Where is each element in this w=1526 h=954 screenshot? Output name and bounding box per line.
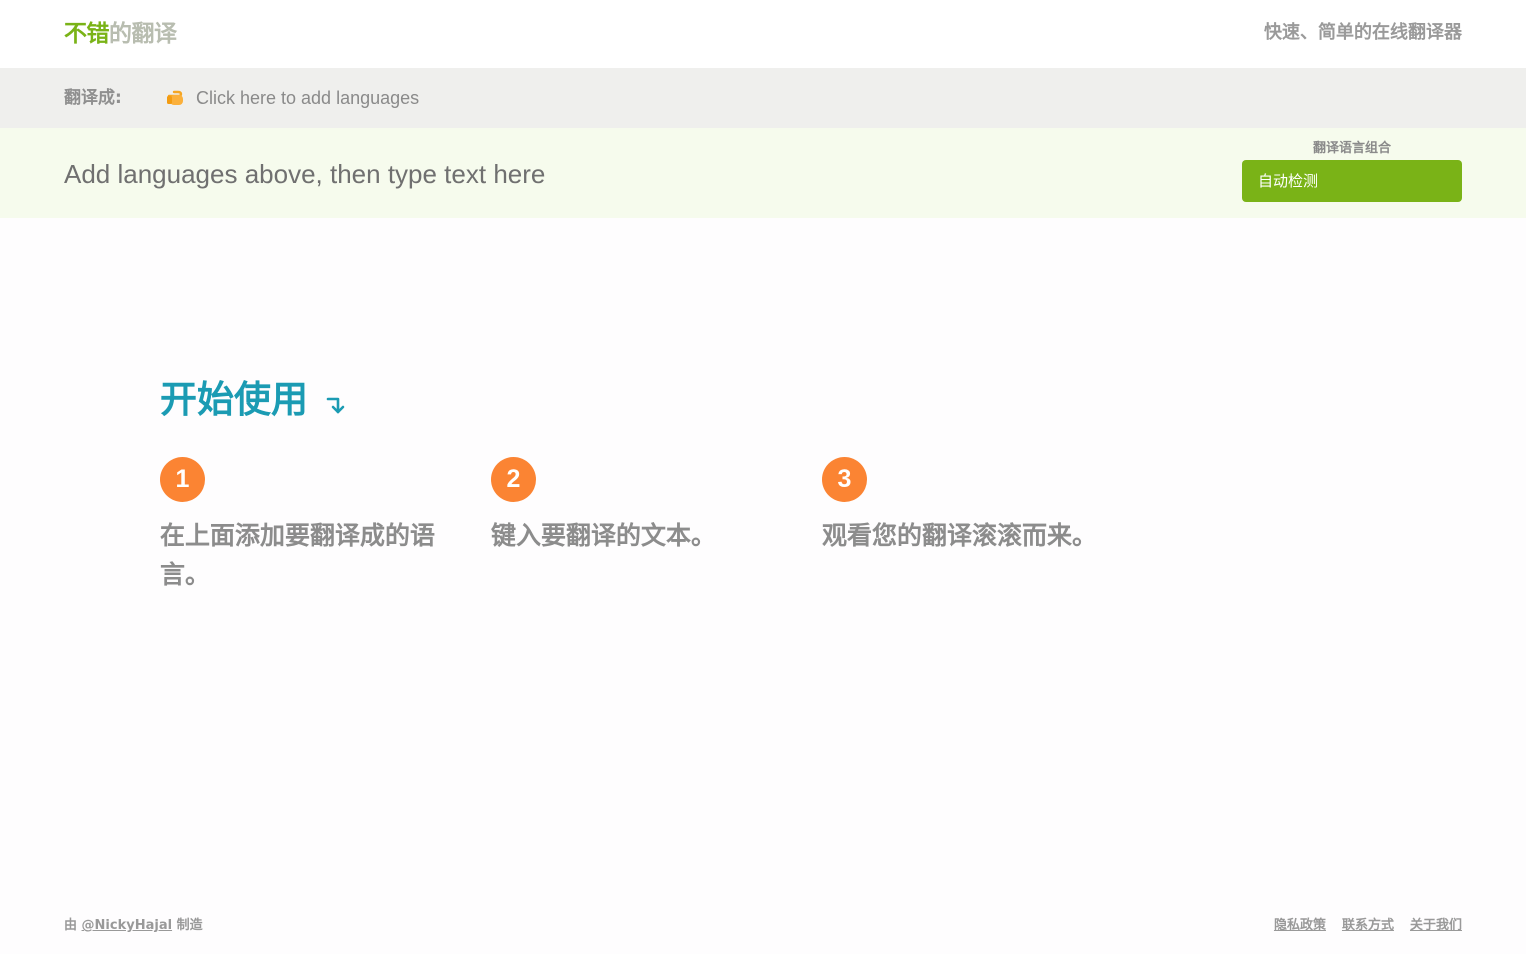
step-description: 键入要翻译的文本。 — [491, 521, 717, 550]
pointing-hand-icon — [167, 90, 183, 105]
source-language-select[interactable]: 自动检测 — [1242, 160, 1462, 202]
step-3: 3 观看您的翻译滚滚而来。 — [822, 457, 1142, 555]
credit-suffix: 制造 — [176, 918, 203, 933]
add-languages-button[interactable]: Click here to add languages — [166, 85, 419, 111]
site-tagline: 快速、简单的在线翻译器 — [1264, 22, 1462, 43]
author-link[interactable]: @NickyHajal — [82, 918, 173, 933]
footer-links: 隐私政策 联系方式 关于我们 — [1274, 917, 1462, 935]
source-input-bar: 翻译语言组合 自动检测 — [0, 128, 1526, 218]
getting-started-title: 开始使用 — [160, 378, 308, 421]
target-language-bar: 翻译成: Click here to add languages — [0, 68, 1526, 128]
logo-part-1: 不错 — [64, 21, 110, 47]
about-us-link[interactable]: 关于我们 — [1410, 917, 1462, 935]
down-right-arrow-icon — [326, 397, 345, 414]
target-language-label: 翻译成: — [64, 88, 122, 108]
step-number-badge: 1 — [160, 457, 205, 502]
step-description: 在上面添加要翻译成的语言。 — [160, 521, 436, 589]
language-combo-label: 翻译语言组合 — [1312, 141, 1391, 156]
footer-credit: 由 @NickyHajal 制造 — [64, 917, 203, 935]
logo-part-2: 的翻译 — [109, 21, 177, 47]
privacy-policy-link[interactable]: 隐私政策 — [1274, 917, 1326, 935]
contact-link[interactable]: 联系方式 — [1342, 917, 1394, 935]
step-2: 2 键入要翻译的文本。 — [491, 457, 781, 555]
step-number-badge: 2 — [491, 457, 536, 502]
step-1: 1 在上面添加要翻译成的语言。 — [160, 457, 450, 594]
site-header: 不错的翻译 快速、简单的在线翻译器 — [0, 0, 1526, 68]
site-logo[interactable]: 不错的翻译 — [64, 20, 177, 48]
step-description: 观看您的翻译滚滚而来。 — [822, 521, 1098, 550]
add-languages-label: Click here to add languages — [196, 87, 420, 108]
source-text-input[interactable] — [64, 154, 1164, 194]
credit-prefix: 由 — [64, 918, 78, 933]
step-number-badge: 3 — [822, 457, 867, 502]
